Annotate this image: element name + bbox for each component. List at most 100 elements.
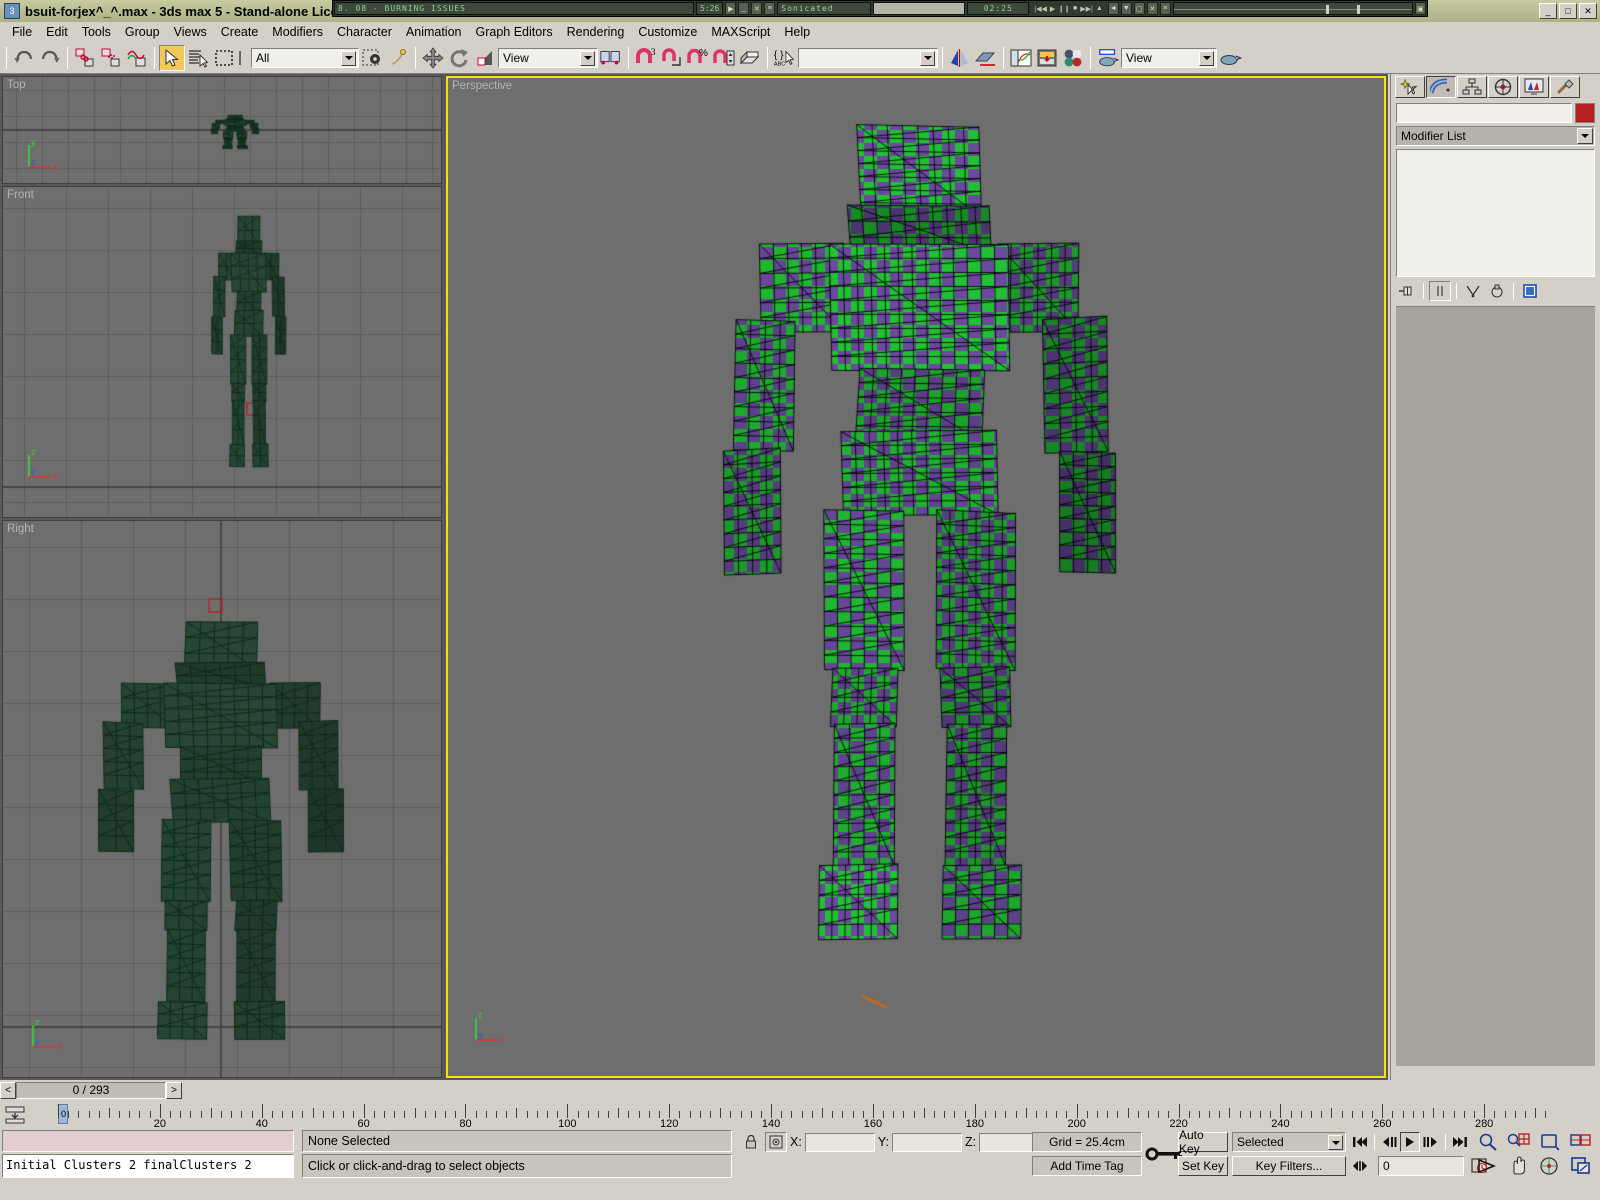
viewport-perspective[interactable]: Perspective (446, 76, 1386, 1078)
tab-motion[interactable] (1488, 76, 1518, 98)
field-of-view-button[interactable] (1472, 1154, 1503, 1178)
auto-key-button[interactable]: Auto Key (1178, 1128, 1228, 1156)
pin-stack-icon[interactable] (1396, 281, 1418, 301)
percent-snap-toggle-icon[interactable]: % (685, 44, 711, 71)
chevron-down-icon[interactable] (1577, 128, 1593, 144)
key-filter-target-combo[interactable]: Selected (1232, 1132, 1346, 1152)
open-mini-curve-editor-icon[interactable] (0, 1102, 30, 1128)
undo-icon[interactable] (11, 44, 37, 71)
selection-lock-icon[interactable] (740, 1132, 762, 1152)
schematic-view-icon[interactable] (1034, 44, 1060, 71)
menu-item-rendering[interactable]: Rendering (560, 23, 632, 41)
time-slider-handle[interactable]: 0 (58, 1104, 68, 1124)
arc-rotate-button[interactable] (1534, 1154, 1565, 1178)
redo-icon[interactable] (37, 44, 63, 71)
unlink-selection-icon[interactable] (98, 44, 124, 71)
zoom-extents-all-button[interactable] (1565, 1130, 1596, 1154)
menu-item-graph-editors[interactable]: Graph Editors (469, 23, 560, 41)
quick-render-icon[interactable] (1217, 44, 1243, 71)
maxscript-mini-listener-prompt[interactable] (2, 1130, 294, 1152)
time-slider-next-button[interactable]: > (166, 1081, 182, 1099)
snap-toggle-icon[interactable]: 3 (633, 44, 659, 71)
tab-modify[interactable] (1426, 76, 1456, 98)
chevron-down-icon[interactable] (920, 50, 935, 66)
x-field[interactable] (804, 1132, 875, 1152)
media-restore-icon[interactable]: ▢ (1133, 2, 1145, 15)
select-by-name-icon[interactable] (185, 44, 211, 71)
use-pivot-center-icon[interactable] (598, 44, 624, 71)
maximize-button[interactable]: □ (1559, 3, 1577, 19)
goto-end-button[interactable] (1450, 1132, 1470, 1152)
zoom-button[interactable] (1472, 1130, 1503, 1154)
track-bar[interactable]: 0 20 40 60 80 100 120 140 160 180 200 220 240 260 280 (0, 1100, 1600, 1130)
media-shade-icon[interactable]: ▣ (1414, 2, 1426, 15)
key-mode-button[interactable] (1350, 1156, 1370, 1176)
selection-filter-combo[interactable]: All (251, 47, 359, 68)
media-transport-controls[interactable]: |◀◀ ▶ ❙❙ ■ ▶▶| ▲ (1030, 1, 1106, 16)
select-and-manipulate-icon[interactable] (385, 44, 411, 71)
chevron-down-icon[interactable] (1328, 1135, 1343, 1150)
configure-modifier-sets-icon[interactable] (1519, 281, 1541, 301)
select-and-move-icon[interactable] (420, 44, 446, 71)
maximize-viewport-toggle-button[interactable] (1565, 1154, 1596, 1178)
menu-item-character[interactable]: Character (330, 23, 399, 41)
menu-item-tools[interactable]: Tools (75, 23, 118, 41)
menu-item-help[interactable]: Help (777, 23, 817, 41)
media-play-icon[interactable]: ▶ (725, 2, 737, 15)
bind-to-space-warp-icon[interactable] (124, 44, 150, 71)
menu-item-create[interactable]: Create (214, 23, 266, 41)
y-field[interactable] (891, 1132, 962, 1152)
media-eq-icon[interactable]: ▼ (1120, 2, 1132, 15)
select-region-shape-icon[interactable] (359, 44, 385, 71)
next-frame-button[interactable] (1421, 1132, 1441, 1152)
tab-hierarchy[interactable] (1457, 76, 1487, 98)
show-end-result-icon[interactable] (1429, 281, 1451, 301)
set-key-button[interactable]: Set Key (1178, 1156, 1228, 1176)
menu-item-animation[interactable]: Animation (399, 23, 469, 41)
absolute-relative-transform-icon[interactable] (765, 1132, 787, 1152)
mirror-icon[interactable] (947, 44, 973, 71)
time-slider-frame-label[interactable]: 0 / 293 (16, 1081, 166, 1099)
chevron-down-icon[interactable] (1199, 50, 1214, 66)
media-seek-slider[interactable] (1172, 2, 1413, 15)
menu-item-group[interactable]: Group (118, 23, 167, 41)
time-slider-prev-button[interactable]: < (0, 1081, 16, 1099)
spinner-snap-toggle-icon[interactable] (711, 44, 737, 71)
select-and-link-icon[interactable] (72, 44, 98, 71)
tab-create[interactable] (1395, 76, 1425, 98)
current-frame-field[interactable]: 0 (1378, 1156, 1464, 1176)
menu-item-modifiers[interactable]: Modifiers (265, 23, 330, 41)
modifier-stack-list[interactable] (1396, 149, 1595, 277)
menu-item-customize[interactable]: Customize (631, 23, 704, 41)
align-icon[interactable] (973, 44, 999, 71)
timeline-ruler[interactable]: 0 20 40 60 80 100 120 140 160 180 200 220 240 260 280 (30, 1102, 1600, 1130)
menu-item-views[interactable]: Views (167, 23, 214, 41)
reference-coordinate-combo[interactable]: View (498, 47, 598, 68)
viewport-front[interactable]: Front (2, 186, 442, 518)
media-play2-icon[interactable]: ▶ (1050, 5, 1055, 13)
zoom-all-button[interactable] (1503, 1130, 1534, 1154)
menu-item-file[interactable]: File (5, 23, 39, 41)
key-filters-button[interactable]: Key Filters... (1232, 1156, 1346, 1176)
previous-frame-button[interactable] (1379, 1132, 1399, 1152)
media-menu-icon[interactable]: ≡ (764, 2, 776, 15)
object-name-input[interactable] (1396, 103, 1572, 123)
tab-utilities[interactable] (1550, 76, 1580, 98)
named-selection-sets-icon[interactable]: { } ABC (772, 44, 798, 71)
zoom-extents-button[interactable] (1534, 1130, 1565, 1154)
chevron-down-icon[interactable] (580, 50, 595, 66)
media-close2-icon[interactable]: ✕ (1146, 2, 1158, 15)
select-and-scale-icon[interactable] (472, 44, 498, 71)
menu-item-edit[interactable]: Edit (39, 23, 75, 41)
select-and-rotate-icon[interactable] (446, 44, 472, 71)
pan-button[interactable] (1503, 1154, 1534, 1178)
make-unique-icon[interactable] (1462, 281, 1484, 301)
play-animation-button[interactable] (1400, 1132, 1420, 1152)
window-crossing-icon[interactable] (237, 44, 251, 71)
curve-editor-icon[interactable] (1008, 44, 1034, 71)
media-close-icon[interactable]: ✕ (751, 2, 763, 15)
chevron-down-icon[interactable] (341, 50, 356, 66)
media-pause-icon[interactable]: ❙❙ (1058, 5, 1070, 13)
remove-modifier-icon[interactable] (1486, 281, 1508, 301)
viewport-right[interactable]: Right (2, 520, 442, 1078)
